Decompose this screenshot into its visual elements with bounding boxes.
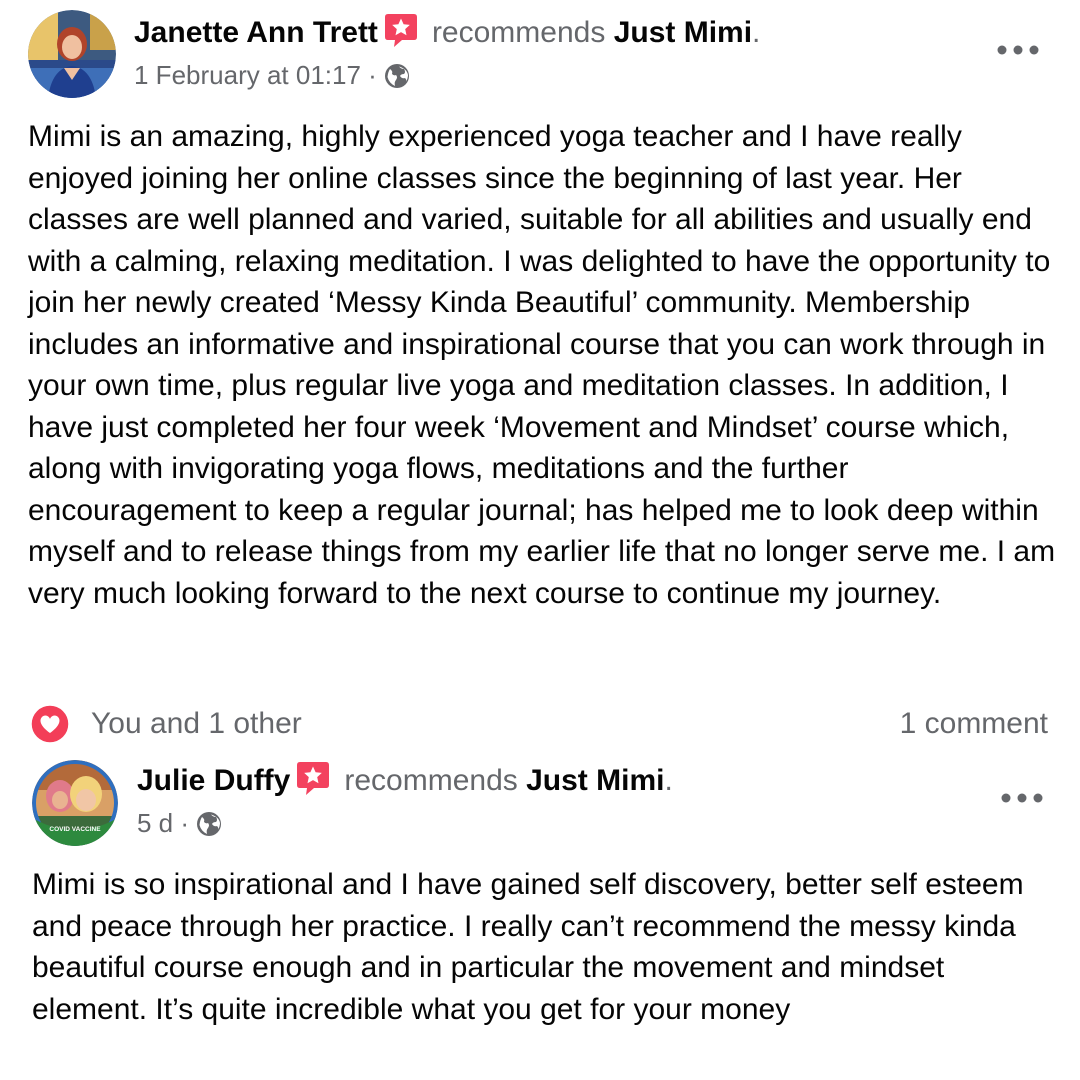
comment-count[interactable]: 1 comment xyxy=(900,704,1048,744)
avatar-frame-text: COVID VACCINE xyxy=(49,826,101,833)
header-period: . xyxy=(664,764,673,797)
timestamp[interactable]: 5 d xyxy=(137,808,173,838)
post-body: Mimi is so inspirational and I have gain… xyxy=(32,868,1024,1026)
love-reaction-icon[interactable] xyxy=(30,704,70,744)
post-header: Julie Duffy recommends Just Mimi. xyxy=(137,760,673,801)
post-meta: 1 February at 01:17 · xyxy=(134,58,410,92)
avatar[interactable] xyxy=(28,10,116,98)
post-body: Mimi is an amazing, highly experienced y… xyxy=(28,120,1056,610)
author-name[interactable]: Janette Ann Trett xyxy=(134,16,378,49)
meta-separator: · xyxy=(180,808,190,838)
author-name[interactable]: Julie Duffy xyxy=(137,764,290,797)
globe-icon xyxy=(384,63,410,89)
reactions-summary[interactable]: You and 1 other xyxy=(91,704,302,744)
header-period: . xyxy=(752,16,761,49)
recommendation-star-icon xyxy=(296,760,330,795)
avatar[interactable]: COVID VACCINE xyxy=(32,760,118,846)
recommendation-star-icon xyxy=(384,12,418,47)
more-options-icon[interactable] xyxy=(992,778,1052,818)
post-meta: 5 d · xyxy=(137,806,222,840)
recommends-label: recommends xyxy=(344,764,518,797)
page-name[interactable]: Just Mimi xyxy=(614,16,752,49)
timestamp[interactable]: 1 February at 01:17 xyxy=(134,60,361,90)
recommends-label: recommends xyxy=(431,16,606,49)
reactions-bar: You and 1 other 1 comment xyxy=(0,700,1080,748)
meta-separator: · xyxy=(368,60,377,90)
globe-icon xyxy=(196,811,222,837)
more-options-icon[interactable] xyxy=(988,30,1048,70)
page-name[interactable]: Just Mimi xyxy=(526,764,664,797)
post-header: Janette Ann Trett recommends Just Mimi. xyxy=(134,12,760,53)
